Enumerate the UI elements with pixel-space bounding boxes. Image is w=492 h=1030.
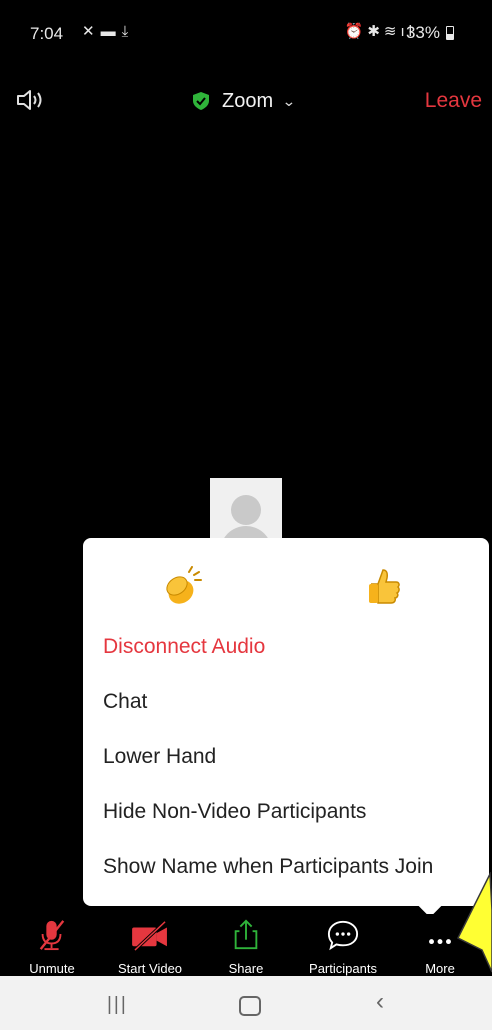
thumbs-up-icon[interactable]: [363, 566, 405, 608]
shield-check-icon: [193, 92, 209, 110]
share-icon: [234, 919, 258, 950]
chevron-down-icon: ⌄: [281, 92, 297, 109]
more-menu: Disconnect Audio Chat Lower Hand Hide No…: [83, 538, 489, 906]
home-icon[interactable]: [239, 996, 261, 1016]
highlight-arrow-icon: [456, 872, 492, 973]
hide-non-video-participants-item[interactable]: Hide Non-Video Participants: [103, 800, 366, 824]
chat-bubble-icon: [327, 920, 359, 951]
participants-button[interactable]: Participants: [300, 914, 386, 976]
speaker-icon[interactable]: [16, 88, 46, 112]
battery-percent: 33%: [405, 23, 440, 42]
unmute-label: Unmute: [29, 961, 75, 976]
back-icon[interactable]: ‹: [376, 988, 384, 1016]
notification-icons: ✕▬⤓: [82, 23, 135, 40]
unmute-button[interactable]: Unmute: [20, 914, 84, 976]
more-label: More: [425, 961, 455, 976]
recents-icon[interactable]: |||: [107, 994, 128, 1016]
disconnect-audio-item[interactable]: Disconnect Audio: [103, 635, 265, 659]
start-video-button[interactable]: Start Video: [108, 914, 192, 976]
clap-icon[interactable]: [161, 566, 203, 608]
leave-button[interactable]: Leave: [425, 89, 482, 113]
meeting-toolbar: Unmute Start Video Share Participants Mo…: [0, 914, 492, 976]
status-bar: 7:04 ✕▬⤓ ⏰✱≋ıl 33%: [0, 0, 492, 66]
share-button[interactable]: Share: [218, 914, 274, 976]
show-name-when-participants-join-item[interactable]: Show Name when Participants Join: [103, 855, 433, 879]
android-nav-bar: ||| ‹: [0, 976, 492, 1030]
video-off-icon: [132, 920, 167, 951]
share-label: Share: [228, 961, 264, 976]
lower-hand-item[interactable]: Lower Hand: [103, 745, 216, 769]
chat-item[interactable]: Chat: [103, 690, 147, 714]
meeting-title: Zoom: [222, 89, 274, 112]
participant-avatar: [210, 478, 282, 540]
meeting-top-bar: Zoom ⌄ Leave: [0, 76, 492, 124]
microphone-muted-icon: [39, 920, 65, 951]
participants-label: Participants: [309, 961, 377, 976]
meeting-title-button[interactable]: Zoom ⌄: [193, 88, 297, 114]
status-time: 7:04: [30, 24, 64, 43]
battery-icon: [446, 26, 454, 40]
start-video-label: Start Video: [117, 961, 183, 976]
